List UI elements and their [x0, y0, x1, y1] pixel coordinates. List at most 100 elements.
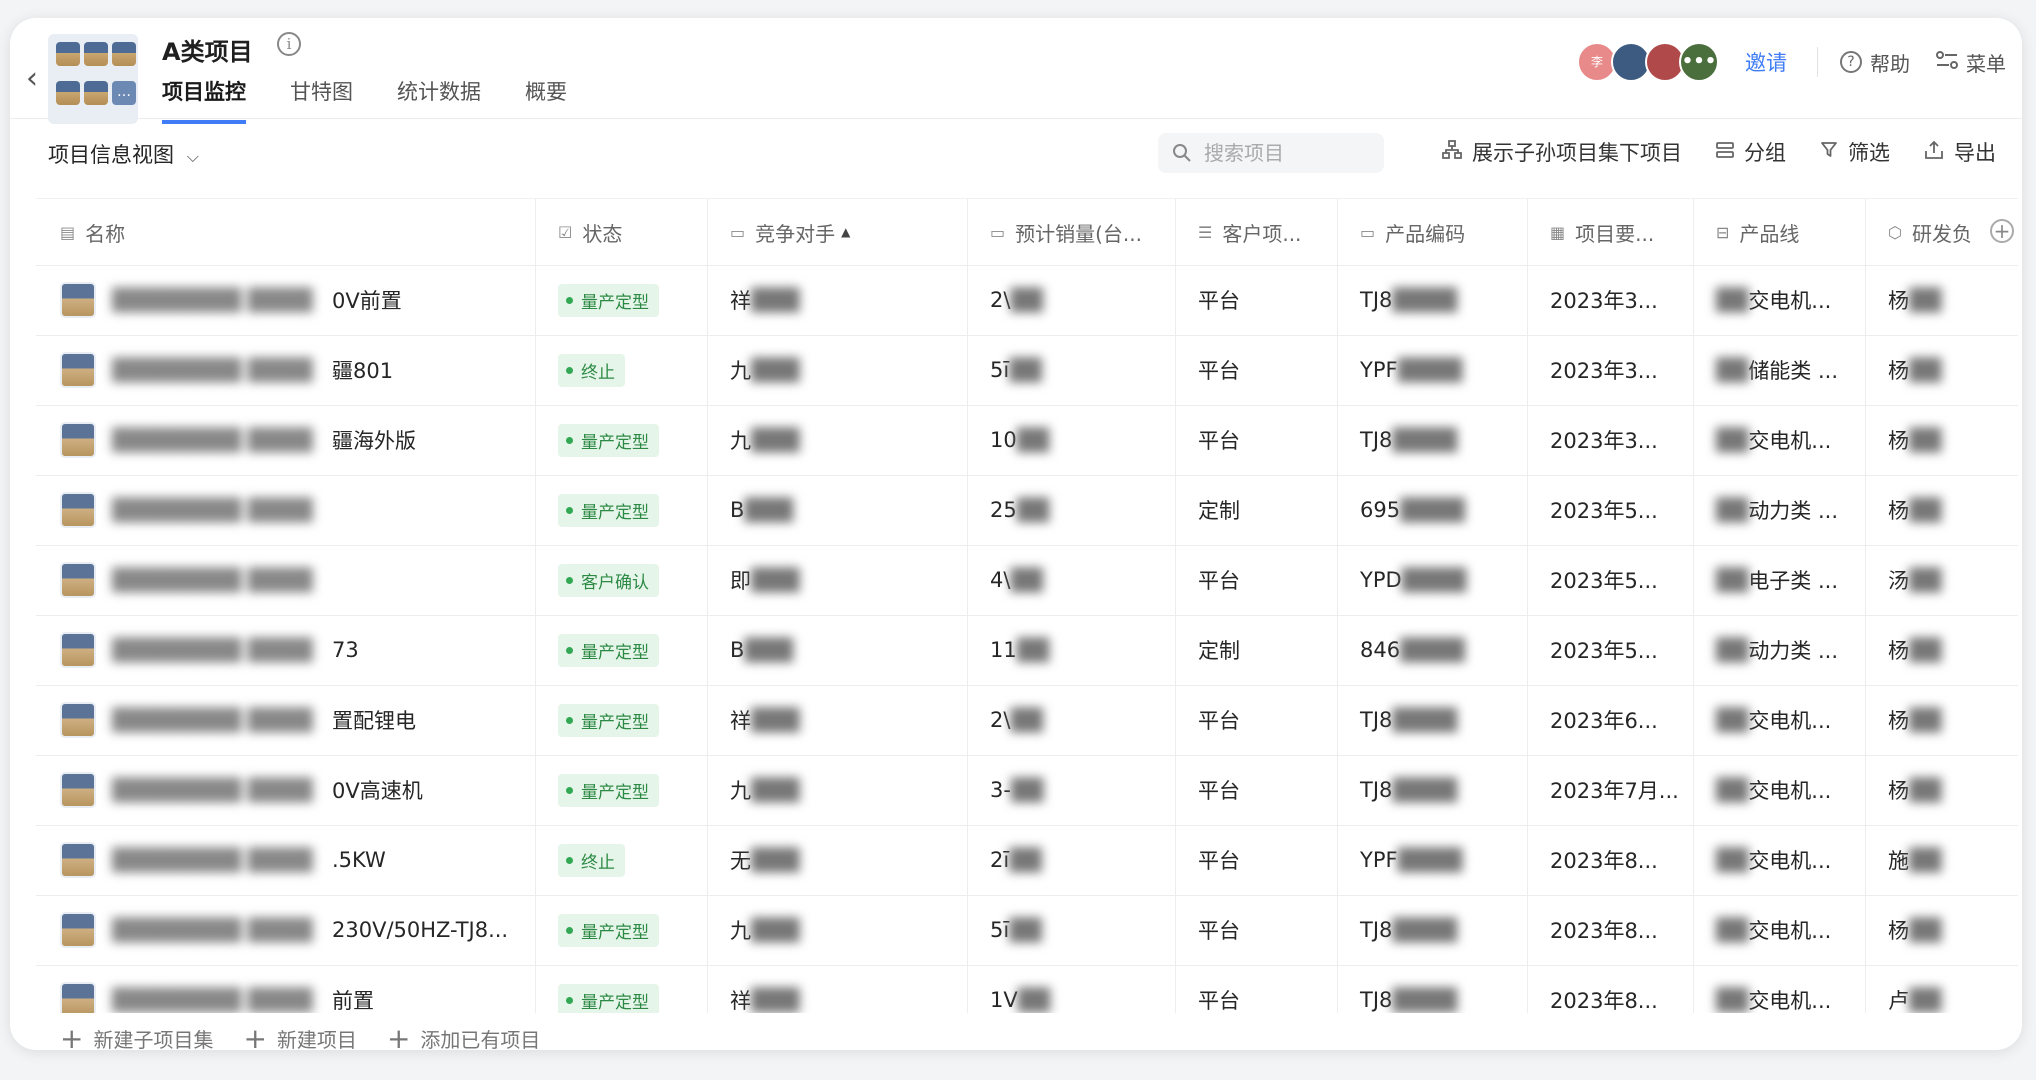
cell-product-line[interactable]: ██ 交电机... [1694, 685, 1866, 755]
tab-overview[interactable]: 概要 [525, 76, 567, 124]
search-input[interactable] [1202, 140, 1366, 166]
cell-code[interactable]: 846 ████ [1338, 615, 1528, 685]
cell-product-line[interactable]: ██ 交电机... [1694, 405, 1866, 475]
cell-status[interactable]: 量产定型 [536, 475, 708, 545]
sort-ascending-icon[interactable]: ▲ [841, 225, 850, 239]
cell-status[interactable]: 量产定型 [536, 615, 708, 685]
cell-name[interactable]: ████████ ████ 0V前置 [36, 265, 536, 335]
column-header-code[interactable]: ▭ 产品编码 [1338, 199, 1528, 265]
cell-rd[interactable]: 杨 ██ [1866, 475, 2018, 545]
cell-customer[interactable]: 平台 [1176, 545, 1338, 615]
member-avatars[interactable]: 李 ••• [1577, 42, 1719, 82]
cell-rd[interactable]: 杨 ██ [1866, 335, 2018, 405]
search-box[interactable] [1158, 133, 1384, 173]
cell-customer[interactable]: 平台 [1176, 265, 1338, 335]
cell-date[interactable]: 2023年3... [1528, 405, 1694, 475]
menu-button[interactable]: 菜单 [1936, 48, 2006, 77]
table-row[interactable]: ████████ ████ 0V高速机 量产定型九 ███ 3- ██ 平台 TJ8 ████ 2… [36, 755, 2018, 826]
table-row[interactable]: ████████ ████ 量产定型 B ███ 25 ██ 定制 695 ████ 2023年5… [36, 475, 2018, 546]
tab-statistics[interactable]: 统计数据 [397, 76, 481, 124]
cell-competitor[interactable]: 即 ███ [708, 545, 968, 615]
tab-monitor[interactable]: 项目监控 [162, 76, 246, 124]
cell-rd[interactable]: 杨 ██ [1866, 615, 2018, 685]
cell-customer[interactable]: 平台 [1176, 895, 1338, 965]
cell-code[interactable]: YPD ████ [1338, 545, 1528, 615]
cell-rd[interactable]: 杨 ██ [1866, 265, 2018, 335]
filter-button[interactable]: 筛选 [1820, 137, 1890, 167]
column-header-product-line[interactable]: ⊟ 产品线 [1694, 199, 1866, 265]
cell-date[interactable]: 2023年5... [1528, 545, 1694, 615]
table-row[interactable]: ████████ ████ 0V前置 量产定型祥 ███ 2\ ██ 平台 TJ8 ████ 20… [36, 265, 2018, 336]
column-header-competitor[interactable]: ▭ 竞争对手 ▲ [708, 199, 968, 265]
cell-competitor[interactable]: 九 ███ [708, 895, 968, 965]
cell-code[interactable]: TJ8 ████ [1338, 755, 1528, 825]
cell-code[interactable]: TJ8 ████ [1338, 965, 1528, 1013]
cell-status[interactable]: 量产定型 [536, 265, 708, 335]
cell-code[interactable]: TJ8 ████ [1338, 685, 1528, 755]
cell-competitor[interactable]: 祥 ███ [708, 685, 968, 755]
cell-product-line[interactable]: ██ 储能类 ... [1694, 335, 1866, 405]
cell-product-line[interactable]: ██ 交电机... [1694, 895, 1866, 965]
cell-customer[interactable]: 定制 [1176, 615, 1338, 685]
add-existing-button[interactable]: + 添加已有项目 [387, 1024, 540, 1050]
cell-name[interactable]: ████████ ████ 疆海外版 [36, 405, 536, 475]
cell-customer[interactable]: 平台 [1176, 685, 1338, 755]
cell-competitor[interactable]: B ███ [708, 475, 968, 545]
cell-product-line[interactable]: ██ 动力类 ... [1694, 475, 1866, 545]
cell-competitor[interactable]: 祥 ███ [708, 265, 968, 335]
cell-customer[interactable]: 定制 [1176, 475, 1338, 545]
cell-code[interactable]: TJ8 ████ [1338, 895, 1528, 965]
cell-status[interactable]: 量产定型 [536, 685, 708, 755]
cell-name[interactable]: ████████ ████ 置配锂电 [36, 685, 536, 755]
table-row[interactable]: ████████ ████ 客户确认即 ███ 4\ ██ 平台 YPD ████ 2023年5… [36, 545, 2018, 616]
column-header-date[interactable]: ▦ 项目要... [1528, 199, 1694, 265]
more-members-icon[interactable]: ••• [1679, 42, 1719, 82]
cell-name[interactable]: ████████ ████ 230V/50HZ-TJ8... [36, 895, 536, 965]
cell-rd[interactable]: 施 ██ [1866, 825, 2018, 895]
cell-date[interactable]: 2023年3... [1528, 265, 1694, 335]
column-header-status[interactable]: ☑ 状态 [536, 199, 708, 265]
cell-rd[interactable]: 杨 ██ [1866, 755, 2018, 825]
cell-status[interactable]: 量产定型 [536, 965, 708, 1013]
invite-button[interactable]: 邀请 [1745, 47, 1787, 77]
view-selector[interactable]: 项目信息视图 ⌵ [48, 139, 199, 169]
cell-date[interactable]: 2023年5... [1528, 475, 1694, 545]
cell-name[interactable]: ████████ ████ .5KW [36, 825, 536, 895]
cell-status[interactable]: 量产定型 [536, 895, 708, 965]
cell-code[interactable]: 695 ████ [1338, 475, 1528, 545]
cell-code[interactable]: YPF ████ [1338, 825, 1528, 895]
cell-rd[interactable]: 杨 ██ [1866, 685, 2018, 755]
cell-date[interactable]: 2023年8... [1528, 965, 1694, 1013]
cell-code[interactable]: TJ8 ████ [1338, 405, 1528, 475]
cell-name[interactable]: ████████ ████ 疆801 [36, 335, 536, 405]
cell-date[interactable]: 2023年5... [1528, 615, 1694, 685]
cell-competitor[interactable]: 九 ███ [708, 755, 968, 825]
help-button[interactable]: ? 帮助 [1840, 48, 1910, 77]
cell-product-line[interactable]: ██ 交电机... [1694, 755, 1866, 825]
column-header-sales[interactable]: ▭ 预计销量(台... [968, 199, 1176, 265]
cell-customer[interactable]: 平台 [1176, 755, 1338, 825]
cell-rd[interactable]: 杨 ██ [1866, 405, 2018, 475]
cell-competitor[interactable]: 无 ███ [708, 825, 968, 895]
cell-product-line[interactable]: ██ 交电机... [1694, 965, 1866, 1013]
table-row[interactable]: ████████ ████ .5KW 终止无 ███ 2ī ██ 平台 YPF ████ 2023… [36, 825, 2018, 896]
back-icon[interactable]: ‹ [18, 58, 46, 98]
table-row[interactable]: ████████ ████ 73 量产定型 B ███ 11 ██ 定制 846 ████ 2023… [36, 615, 2018, 686]
cell-sales[interactable]: 3- ██ [968, 755, 1176, 825]
cell-name[interactable]: ████████ ████ 0V高速机 [36, 755, 536, 825]
new-project-button[interactable]: + 新建项目 [243, 1024, 356, 1050]
group-button[interactable]: 分组 [1716, 137, 1786, 167]
cell-sales[interactable]: 4\ ██ [968, 545, 1176, 615]
cell-customer[interactable]: 平台 [1176, 405, 1338, 475]
cell-sales[interactable]: 2\ ██ [968, 685, 1176, 755]
cell-customer[interactable]: 平台 [1176, 825, 1338, 895]
cell-rd[interactable]: 汤 ██ [1866, 545, 2018, 615]
cell-competitor[interactable]: B ███ [708, 615, 968, 685]
cell-status[interactable]: 量产定型 [536, 755, 708, 825]
cell-sales[interactable]: 11 ██ [968, 615, 1176, 685]
cell-status[interactable]: 客户确认 [536, 545, 708, 615]
cell-rd[interactable]: 卢 ██ [1866, 965, 2018, 1013]
cell-sales[interactable]: 2\ ██ [968, 265, 1176, 335]
cell-competitor[interactable]: 九 ███ [708, 335, 968, 405]
cell-name[interactable]: ████████ ████ [36, 475, 536, 545]
